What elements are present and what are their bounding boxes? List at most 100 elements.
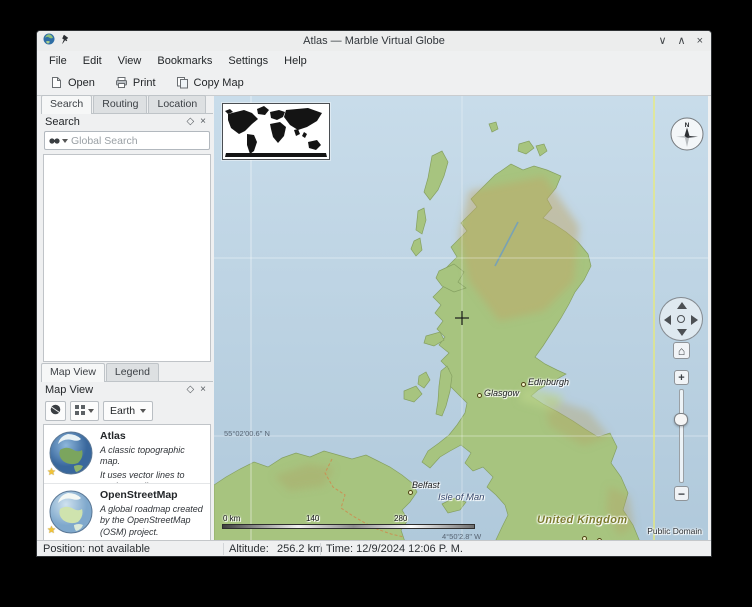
- svg-text:N: N: [685, 122, 690, 129]
- pan-right-icon[interactable]: [691, 315, 698, 325]
- tab-location[interactable]: Location: [148, 95, 206, 113]
- tab-map-view[interactable]: Map View: [41, 363, 105, 382]
- app-window: Atlas — Marble Virtual Globe ∨ ∧ × File …: [36, 30, 712, 557]
- print-button-label: Print: [133, 77, 156, 89]
- celestial-body-value: Earth: [110, 405, 135, 417]
- search-results-list: [43, 154, 211, 362]
- menu-settings[interactable]: Settings: [220, 53, 276, 69]
- open-document-icon: [50, 76, 63, 89]
- glasgow-city-marker[interactable]: [477, 393, 482, 398]
- rating-star-icon: ★: [47, 525, 56, 536]
- maximize-button[interactable]: ∧: [678, 36, 686, 47]
- search-provider-chevron-icon: [62, 139, 68, 143]
- view-mode-dropdown[interactable]: [70, 401, 99, 421]
- tab-legend[interactable]: Legend: [106, 363, 159, 381]
- statusbar-divider: [320, 543, 321, 555]
- map-theme-description: It uses vector lines to mark coastlines,…: [100, 470, 206, 483]
- pan-navigation-pad[interactable]: [659, 297, 703, 341]
- status-position: Position: not available: [43, 543, 150, 555]
- statusbar-divider: [223, 543, 224, 555]
- copy-icon: [176, 76, 189, 89]
- map-theme-name: Atlas: [100, 430, 206, 443]
- tab-routing[interactable]: Routing: [93, 95, 147, 113]
- rating-star-icon: ★: [47, 467, 56, 478]
- pin-icon[interactable]: [60, 32, 70, 50]
- menu-edit[interactable]: Edit: [75, 53, 110, 69]
- menubar: File Edit View Bookmarks Settings Help: [37, 51, 711, 70]
- celestial-body-icon: [50, 402, 61, 420]
- zoom-out-button[interactable]: −: [674, 486, 689, 501]
- scale-bar: 0 km 140 280: [222, 514, 475, 531]
- open-button-label: Open: [68, 77, 95, 89]
- compass-rose[interactable]: N: [670, 117, 704, 151]
- overview-world-map[interactable]: [222, 103, 330, 160]
- search-dock-header: Search ◇ ×: [41, 114, 213, 130]
- search-provider-icon[interactable]: [49, 137, 68, 145]
- close-dock-icon[interactable]: ×: [197, 117, 209, 127]
- print-button[interactable]: Print: [108, 73, 163, 92]
- scale-bar-gradient: [222, 524, 475, 529]
- isle-of-man-label: Isle of Man: [438, 492, 484, 503]
- menu-file[interactable]: File: [41, 53, 75, 69]
- zoom-slider-handle[interactable]: [674, 413, 688, 426]
- map-theme-tagline: A global roadmap created by the OpenStre…: [100, 504, 206, 538]
- edinburgh-city-marker[interactable]: [521, 382, 526, 387]
- global-search-field[interactable]: [44, 131, 210, 150]
- menu-view[interactable]: View: [110, 53, 150, 69]
- glasgow-label: Glasgow: [484, 388, 519, 398]
- map-theme-item-openstreetmap[interactable]: ★ OpenStreetMap A global roadmap created…: [44, 483, 210, 541]
- close-button[interactable]: ×: [697, 36, 703, 47]
- zoom-in-button[interactable]: +: [674, 370, 689, 385]
- status-time: Time: 12/9/2024 12:06 P. M.: [326, 543, 463, 555]
- mapview-dock-title: Map View: [45, 384, 183, 396]
- map-theme-tagline: A classic topographic map.: [100, 445, 206, 468]
- pan-left-icon[interactable]: [664, 315, 671, 325]
- menu-bookmarks[interactable]: Bookmarks: [149, 53, 220, 69]
- copy-map-button[interactable]: Copy Map: [169, 73, 251, 92]
- copy-map-button-label: Copy Map: [194, 77, 244, 89]
- home-button[interactable]: ⌂: [673, 342, 690, 359]
- scale-mid-label: 140: [306, 514, 319, 523]
- belfast-label: Belfast: [412, 480, 440, 490]
- scale-zero-label: 0 km: [223, 514, 240, 523]
- scale-end-label: 280: [394, 514, 407, 523]
- sidebar-top-tabs: Search Routing Location: [41, 96, 213, 114]
- chevron-down-icon: [88, 409, 94, 413]
- map-theme-name: OpenStreetMap: [100, 489, 206, 502]
- map-theme-list: ★ Atlas A classic topographic map. It us…: [43, 424, 211, 542]
- search-input[interactable]: [71, 135, 205, 147]
- search-dock-title: Search: [45, 116, 183, 128]
- grid-view-icon: [75, 402, 85, 420]
- pan-up-icon[interactable]: [677, 302, 687, 309]
- status-altitude-label: Altitude:: [229, 543, 269, 555]
- open-button[interactable]: Open: [43, 73, 102, 92]
- float-dock-icon[interactable]: ◇: [183, 117, 197, 127]
- latitude-label: 55°02'00.6" N: [224, 429, 270, 438]
- pan-down-icon[interactable]: [677, 329, 687, 336]
- marble-globe-icon: [43, 32, 55, 50]
- window-title: Atlas — Marble Virtual Globe: [37, 35, 711, 47]
- tab-search[interactable]: Search: [41, 95, 92, 114]
- sidebar-bottom-tabs: Map View Legend: [41, 364, 213, 382]
- float-dock-icon[interactable]: ◇: [183, 385, 197, 395]
- belfast-city-marker[interactable]: [408, 490, 413, 495]
- projection-button[interactable]: [45, 401, 66, 421]
- edinburgh-label: Edinburgh: [528, 377, 569, 387]
- toolbar: Open Print Copy Map: [37, 70, 711, 96]
- celestial-body-select[interactable]: Earth: [103, 401, 153, 421]
- mapview-dock-header: Map View ◇ ×: [41, 382, 213, 398]
- pan-center-icon[interactable]: [677, 315, 685, 323]
- zoom-slider-track[interactable]: [679, 389, 684, 483]
- menu-help[interactable]: Help: [276, 53, 315, 69]
- terrain-layer: [214, 96, 708, 542]
- status-altitude-value: 256.2 km: [277, 543, 322, 555]
- mapview-controls: Earth: [41, 398, 213, 424]
- map-canvas[interactable]: N ⌂ + − 0 km 140 280: [214, 96, 708, 542]
- titlebar[interactable]: Atlas — Marble Virtual Globe ∨ ∧ ×: [37, 31, 711, 51]
- map-theme-item-atlas[interactable]: ★ Atlas A classic topographic map. It us…: [44, 425, 210, 483]
- printer-icon: [115, 76, 128, 89]
- minimize-button[interactable]: ∨: [658, 36, 666, 47]
- close-dock-icon[interactable]: ×: [197, 385, 209, 395]
- united-kingdom-label: United Kingdom: [537, 514, 628, 526]
- statusbar: Position: not available Altitude: 256.2 …: [37, 540, 711, 556]
